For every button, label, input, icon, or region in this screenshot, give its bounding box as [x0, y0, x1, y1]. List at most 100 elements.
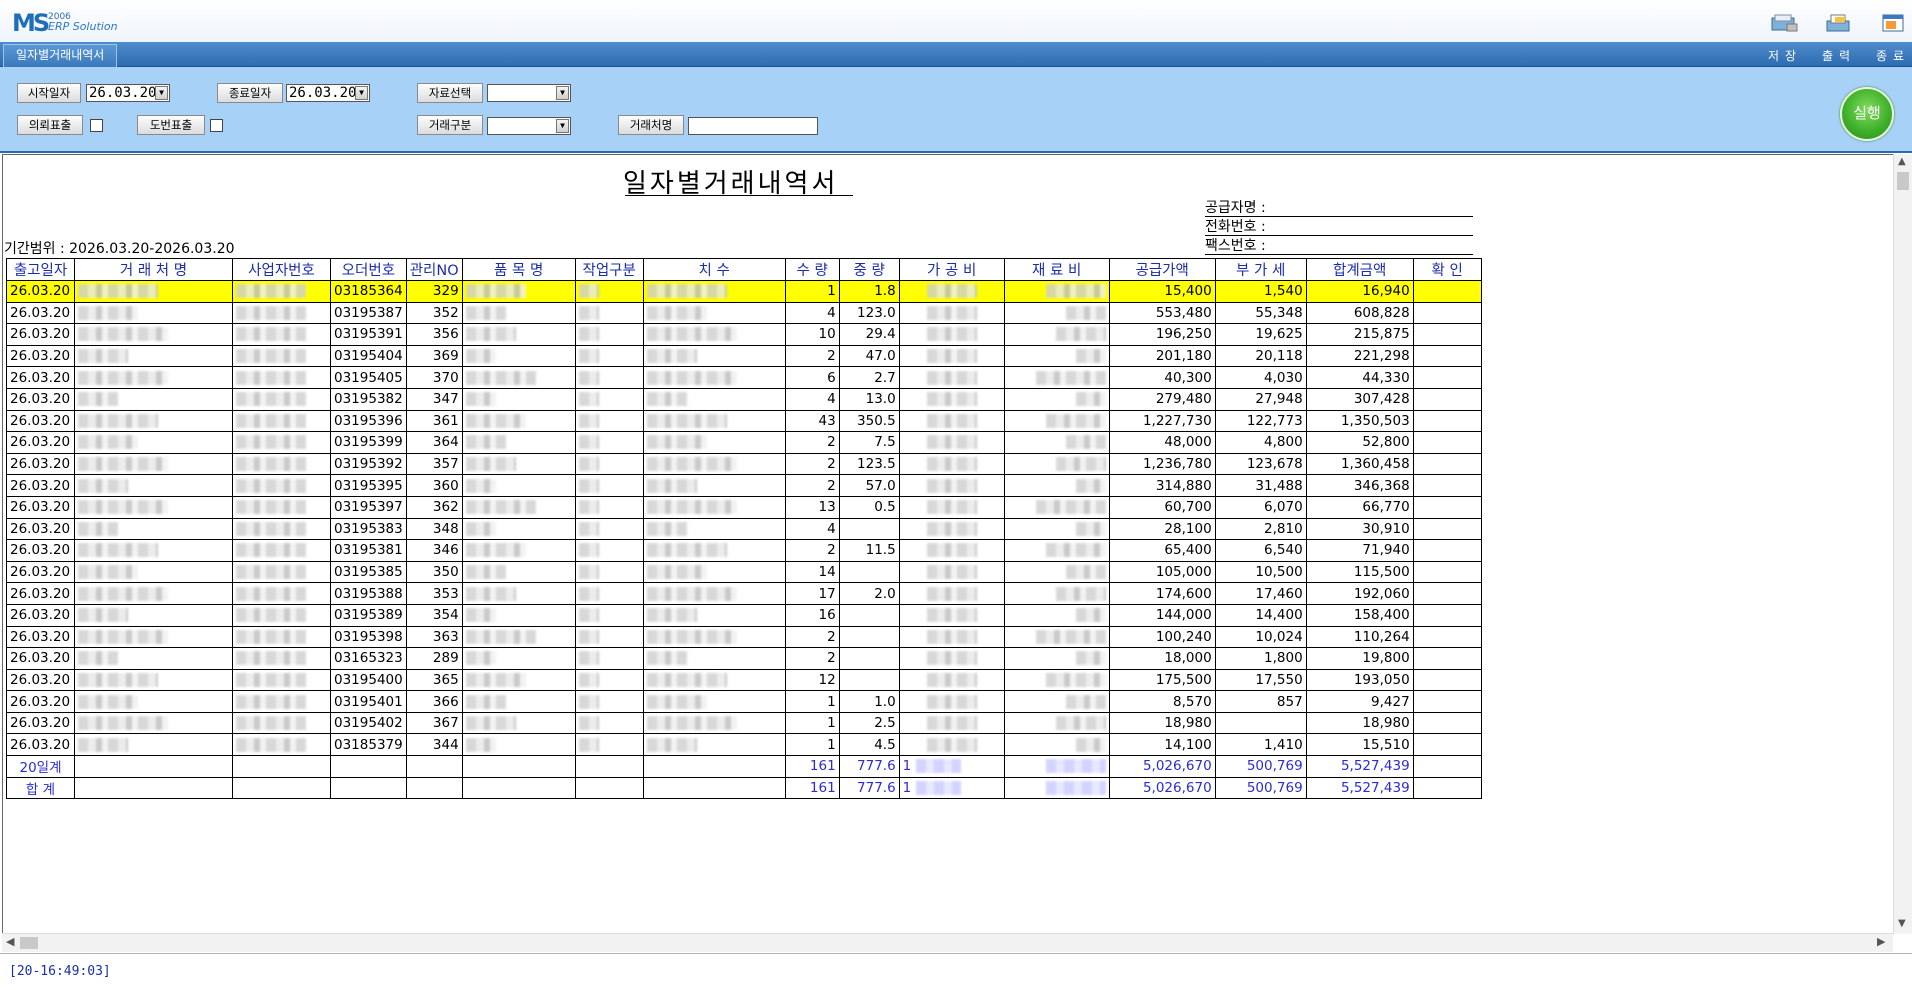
- tab-bar: 일자별거래내역서: [0, 42, 1912, 67]
- data-select-dropdown[interactable]: ▼: [487, 84, 571, 102]
- redacted-text: [926, 565, 977, 580]
- redacted-text: [465, 327, 516, 342]
- table-row[interactable]: 26.03.20 03185379 344 1 4.5 14,100 1,410 15,510: [6, 733, 1482, 757]
- print-label[interactable]: 출력: [1822, 47, 1856, 64]
- cell-order: 03195395: [330, 474, 407, 497]
- cell-size: [642, 323, 786, 346]
- chevron-down-icon[interactable]: ▼: [556, 119, 569, 133]
- empty-cell: [232, 776, 331, 800]
- cell-date: 26.03.20: [6, 344, 75, 368]
- table-row[interactable]: 26.03.20 03195398 363 2 100,240 10,024 110,264: [6, 625, 1482, 649]
- chevron-down-icon[interactable]: ▼: [355, 86, 368, 100]
- client-name-input[interactable]: [688, 117, 818, 135]
- redacted-text: [646, 521, 687, 536]
- end-date-field[interactable]: 26.03.20 ▼: [286, 84, 370, 102]
- cell-size: [642, 495, 786, 519]
- redacted-text: [646, 284, 727, 299]
- grandtotal-row: 합 계 161 777.6 1 5,026,670 500,769 5,527,439: [6, 776, 1482, 800]
- trade-type-label[interactable]: 거래구분: [417, 115, 483, 135]
- tab-daily-transactions[interactable]: 일자별거래내역서: [3, 44, 118, 67]
- cell-bizno: [232, 387, 331, 411]
- table-row[interactable]: 26.03.20 03195397 362 13 0.5 60,700 6,070 66,77…: [6, 495, 1482, 519]
- redacted-text: [465, 413, 526, 428]
- request-show-label[interactable]: 의뢰표출: [17, 115, 83, 135]
- table-row[interactable]: 26.03.20 03195391 356 10 29.4 196,250 19,625 21…: [6, 323, 1482, 346]
- table-row[interactable]: 26.03.20 03185364 329 1 1.8 15,400 1,540 16,940: [6, 280, 1482, 303]
- redacted-text: [578, 565, 599, 580]
- redacted-text: [465, 435, 506, 450]
- scroll-thumb[interactable]: [1897, 172, 1909, 190]
- table-row[interactable]: 26.03.20 03195392 357 2 123.5 1,236,780 123,67…: [6, 452, 1482, 476]
- table-row[interactable]: 26.03.20 03195405 370 6 2.7 40,300 4,030 44,330: [6, 366, 1482, 389]
- table-row[interactable]: 26.03.20 03195381 346 2 11.5 65,400 6,540 71,94…: [6, 539, 1482, 562]
- cell-qty: 16: [784, 603, 840, 627]
- cell-client: [74, 280, 233, 303]
- cell-order: 03195399: [330, 431, 407, 454]
- table-row[interactable]: 26.03.20 03195399 364 2 7.5 48,000 4,800 52,800: [6, 431, 1482, 454]
- table-row[interactable]: 26.03.20 03195400 365 12 175,500 17,550 193,05…: [6, 668, 1482, 692]
- table-row[interactable]: 26.03.20 03195404 369 2 47.0 201,180 20,118 221…: [6, 344, 1482, 368]
- cell-date: 26.03.20: [6, 690, 75, 713]
- save-button[interactable]: [1766, 12, 1802, 38]
- cell-work: [574, 560, 644, 584]
- redacted-text: [236, 672, 306, 687]
- exit-label[interactable]: 종료: [1876, 47, 1910, 64]
- table-row[interactable]: 26.03.20 03195389 354 16 144,000 14,400 158,40…: [6, 603, 1482, 627]
- scroll-up-icon[interactable]: ▲: [1898, 156, 1906, 167]
- start-date-label[interactable]: 시작일자: [17, 83, 81, 103]
- scroll-down-icon[interactable]: ▼: [1898, 918, 1906, 929]
- redacted-text: [78, 543, 158, 558]
- table-row[interactable]: 26.03.20 03165323 289 2 18,000 1,800 19,800: [6, 647, 1482, 670]
- sum-vat: 500,769: [1214, 776, 1307, 800]
- cell-order: 03195396: [330, 409, 407, 433]
- table-row[interactable]: 26.03.20 03195395 360 2 57.0 314,880 31,488 346…: [6, 474, 1482, 497]
- cell-item: [461, 560, 576, 584]
- trade-type-dropdown[interactable]: ▼: [487, 117, 571, 135]
- end-date-label[interactable]: 종료일자: [217, 83, 283, 103]
- cell-item: [461, 452, 576, 476]
- redacted-text: [926, 327, 977, 342]
- cell-vat: 1,800: [1214, 647, 1307, 670]
- cell-client: [74, 603, 233, 627]
- save-label[interactable]: 저장: [1768, 47, 1802, 64]
- redacted-text: [1045, 284, 1106, 299]
- table-row[interactable]: 26.03.20 03195401 366 1 1.0 8,570 857 9,427: [6, 690, 1482, 713]
- exit-button[interactable]: [1874, 12, 1910, 38]
- cell-confirm: [1412, 495, 1482, 519]
- table-row[interactable]: 26.03.20 03195396 361 43 350.5 1,227,730 122,7…: [6, 409, 1482, 433]
- scroll-thumb[interactable]: [20, 937, 38, 949]
- table-row[interactable]: 26.03.20 03195383 348 4 28,100 2,810 30,910: [6, 517, 1482, 541]
- drawing-show-checkbox[interactable]: [210, 119, 223, 132]
- cell-total: 608,828: [1305, 301, 1414, 325]
- cell-total: 193,050: [1305, 668, 1414, 692]
- drawing-show-label[interactable]: 도번표출: [137, 115, 205, 135]
- table-row[interactable]: 26.03.20 03195385 350 14 105,000 10,500 115,50…: [6, 560, 1482, 584]
- scroll-right-icon[interactable]: ▶: [1877, 935, 1885, 948]
- run-button[interactable]: 실행: [1840, 87, 1894, 141]
- redacted-text: [465, 457, 516, 472]
- table-row[interactable]: 26.03.20 03195382 347 4 13.0 279,480 27,948 307…: [6, 387, 1482, 411]
- chevron-down-icon[interactable]: ▼: [155, 86, 168, 100]
- cell-confirm: [1412, 625, 1482, 649]
- cell-date: 26.03.20: [6, 603, 75, 627]
- fax-label: 팩스번호 :: [1205, 238, 1266, 254]
- cell-material: [1003, 603, 1110, 627]
- horizontal-scrollbar[interactable]: ◀ ▶: [2, 933, 1893, 952]
- col-header: 작업구분: [574, 258, 644, 281]
- redacted-text: [1035, 370, 1106, 385]
- table-row[interactable]: 26.03.20 03195402 367 1 2.5 18,980 18,980: [6, 711, 1482, 735]
- table-row[interactable]: 26.03.20 03195387 352 4 123.0 553,480 55,348 60…: [6, 301, 1482, 325]
- data-select-label[interactable]: 자료선택: [417, 83, 483, 103]
- chevron-down-icon[interactable]: ▼: [556, 86, 569, 100]
- cell-size: [642, 711, 786, 735]
- app-logo: MS: [12, 9, 50, 37]
- table-row[interactable]: 26.03.20 03195388 353 17 2.0 174,600 17,460 192…: [6, 582, 1482, 605]
- redacted-text: [646, 327, 737, 342]
- client-name-label[interactable]: 거래처명: [618, 115, 684, 135]
- print-button[interactable]: [1820, 12, 1856, 38]
- vertical-scrollbar[interactable]: ▲ ▼: [1893, 154, 1912, 934]
- scroll-left-icon[interactable]: ◀: [6, 935, 14, 948]
- cell-material: [1003, 323, 1110, 346]
- request-show-checkbox[interactable]: [90, 119, 103, 132]
- start-date-field[interactable]: 26.03.20 ▼: [86, 84, 170, 102]
